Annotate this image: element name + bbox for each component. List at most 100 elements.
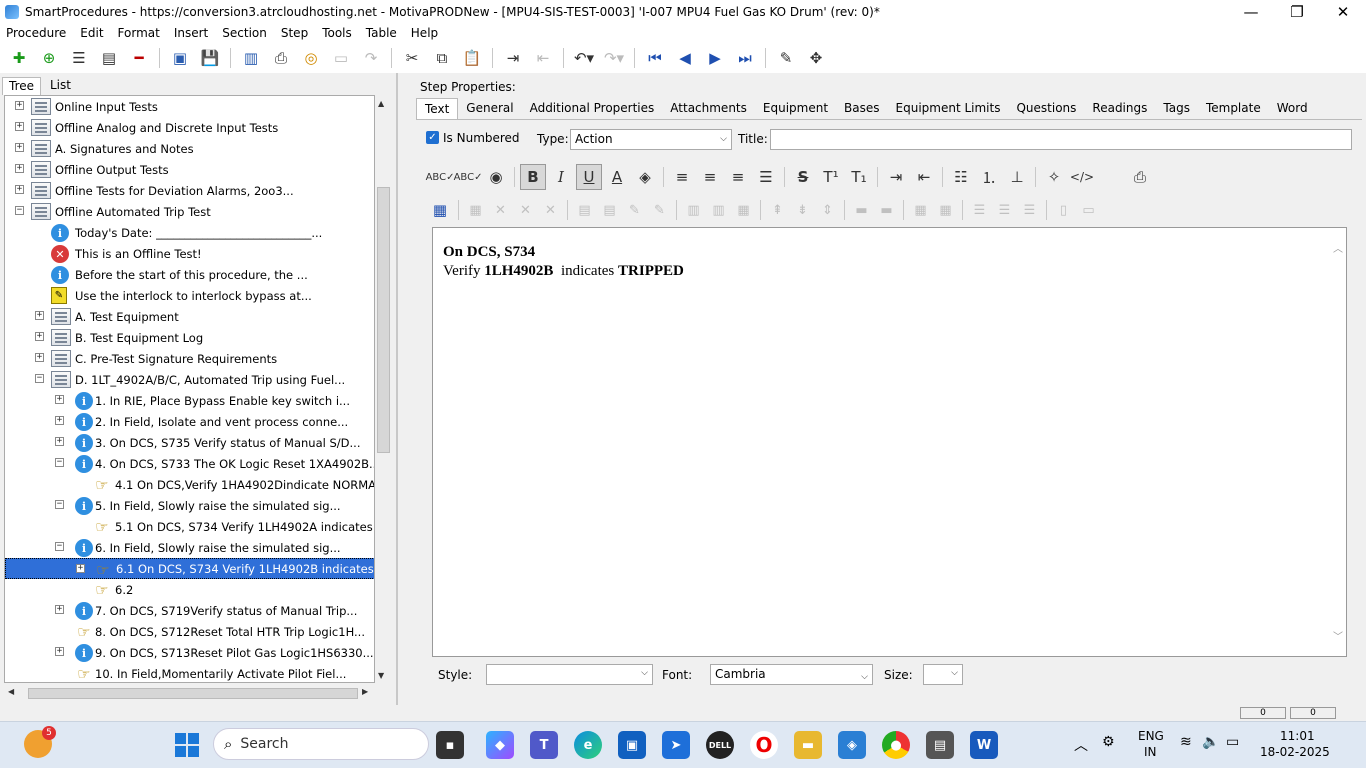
insert-col-left-icon[interactable]: ▥ [682,197,705,223]
tree-row[interactable]: ✕ This is an Offline Test! [5,243,374,264]
chevron-down-icon[interactable]: ﹀ [1333,628,1343,643]
terminal-app-icon[interactable]: ▪ [436,731,464,759]
expand-icon[interactable]: + [15,143,24,152]
align-left-icon[interactable]: ≡ [669,164,695,190]
row-format-icon[interactable]: ☰ [968,197,991,223]
tab-general[interactable]: General [458,98,521,119]
menu-step[interactable]: Step [281,26,308,40]
html-source-icon[interactable]: </> [1069,164,1095,190]
remove-icon[interactable]: ━ [127,46,151,70]
size-select[interactable]: ⌵ [923,664,963,685]
font-color-icon[interactable]: A [604,164,630,190]
collapse-icon[interactable]: − [15,206,24,215]
delete-column-icon[interactable]: ✕ [539,197,562,223]
smartprocedures-taskbar-icon[interactable]: ◈ [838,731,866,759]
underline-button[interactable]: U [576,164,602,190]
copilot-icon[interactable]: ◆ [486,731,514,759]
tree-row[interactable]: ☞ 4.1 On DCS,Verify 1HA4902Dindicate NORM… [5,474,374,495]
step-text-editor[interactable]: On DCS, S734 Verify 1LH4902B indicates T… [432,227,1347,657]
tree-row[interactable]: − D. 1LT_4902A/B/C, Automated Trip using … [5,369,374,390]
cell-merge-icon[interactable]: ▬ [850,197,873,223]
maximize-button[interactable]: ❐ [1274,0,1320,23]
clock-time[interactable]: 11:01 [1280,729,1315,743]
expand-icon[interactable]: + [15,164,24,173]
next-step-icon[interactable]: ▶ [703,46,727,70]
expand-icon[interactable]: + [55,605,64,614]
tab-tree[interactable]: Tree [2,77,42,95]
tree-row[interactable]: + ☞ 6.1 On DCS, S734 Verify 1LH4902B indic… [5,558,374,579]
outline-icon[interactable]: ▤ [97,46,121,70]
expand-icon[interactable]: + [55,647,64,656]
insert-col-right-icon[interactable]: ▥ [707,197,730,223]
style-select[interactable]: ⌵ [486,664,653,685]
expand-icon[interactable]: + [76,564,85,573]
edge-icon[interactable]: e [574,731,602,759]
menu-help[interactable]: Help [411,26,438,40]
menu-section[interactable]: Section [222,26,267,40]
tab-equipment-limits[interactable]: Equipment Limits [888,98,1009,119]
indent-list-icon[interactable]: ☰ [67,46,91,70]
paste-icon[interactable]: 📋 [460,46,484,70]
undo-icon[interactable]: ↶▾ [572,46,596,70]
scroll-up-icon[interactable]: ▲ [378,99,384,108]
tree-row[interactable]: + i 7. On DCS, S719Verify status of Manual… [5,600,374,621]
insert-table-icon[interactable]: ▦ [427,197,453,223]
title-input[interactable] [770,129,1352,150]
delete-table-icon[interactable]: ✕ [489,197,512,223]
copy-icon[interactable]: ⧉ [430,46,454,70]
move-icon[interactable]: ✥ [804,46,828,70]
tree-row[interactable]: + i 9. On DCS, S713Reset Pilot Gas Logic1H… [5,642,374,663]
scroll-down-icon[interactable]: ▼ [378,671,384,680]
numbered-list-icon[interactable]: ⒈ [976,164,1002,190]
network-settings-icon[interactable]: ⚙ [1102,734,1115,750]
expand-icon[interactable]: + [55,437,64,446]
pane-splitter[interactable] [396,73,406,705]
last-step-icon[interactable]: ⏭ [733,46,757,70]
merge-cells-icon[interactable]: ▦ [732,197,755,223]
align-center-icon[interactable]: ≡ [697,164,723,190]
cell-style-icon[interactable]: ✎ [648,197,671,223]
tree-row[interactable]: − i 5. In Field, Slowly raise the simulate… [5,495,374,516]
save-all-icon[interactable]: ▣ [168,46,192,70]
link-icon[interactable]: ◎ [299,46,323,70]
tree-row[interactable]: + Online Input Tests [5,96,374,117]
file-explorer-icon[interactable]: ▬ [794,731,822,759]
remote-desktop-icon[interactable]: ▤ [926,731,954,759]
expand-icon[interactable]: + [15,185,24,194]
tree-row[interactable]: + Offline Analog and Discrete Input Tests [5,117,374,138]
tree-row[interactable]: + A. Test Equipment [5,306,374,327]
tab-template[interactable]: Template [1198,98,1269,119]
collapse-icon[interactable]: − [55,500,64,509]
delete-row-icon[interactable]: ✕ [514,197,537,223]
tree-row[interactable]: − i 4. On DCS, S733 The OK Logic Reset 1XA… [5,453,374,474]
close-button[interactable]: ✕ [1320,0,1366,23]
tree-row[interactable]: + i 3. On DCS, S735 Verify status of Manua… [5,432,374,453]
volume-icon[interactable]: 🔈 [1202,734,1219,750]
word-icon[interactable]: W [970,731,998,759]
tree-row[interactable]: + i 2. In Field, Isolate and vent process … [5,411,374,432]
insert-row-above-icon[interactable]: ▤ [573,197,596,223]
scroll-left-icon[interactable]: ◀ [8,687,14,696]
split-row-icon[interactable]: ⇞ [766,197,789,223]
indent-icon[interactable]: ⇥ [883,164,909,190]
split-col-icon[interactable]: ⇟ [791,197,814,223]
column-width-icon[interactable]: ▯ [1052,197,1075,223]
valign-icon[interactable]: ⇕ [816,197,839,223]
tab-bases[interactable]: Bases [836,98,887,119]
dell-icon[interactable]: DELL [706,731,734,759]
scroll-thumb[interactable] [377,187,390,453]
tree-row[interactable]: + i 1. In RIE, Place Bypass Enable key swi… [5,390,374,411]
language-region[interactable]: IN [1144,745,1157,759]
tree-row[interactable]: + A. Signatures and Notes [5,138,374,159]
superscript-icon[interactable]: T¹ [818,164,844,190]
expand-icon[interactable]: + [15,101,24,110]
tree-vertical-scrollbar[interactable]: ▲ ▼ [375,95,392,683]
tree-row[interactable]: i Today's Date: _________________________… [5,222,374,243]
tab-equipment[interactable]: Equipment [755,98,836,119]
collapse-icon[interactable]: − [55,542,64,551]
menu-procedure[interactable]: Procedure [6,26,66,40]
add-child-icon[interactable]: ⊕ [37,46,61,70]
power-automate-icon[interactable]: ➤ [662,731,690,759]
save-icon[interactable]: 💾 [198,46,222,70]
outdent-icon[interactable]: ⇤ [531,46,555,70]
